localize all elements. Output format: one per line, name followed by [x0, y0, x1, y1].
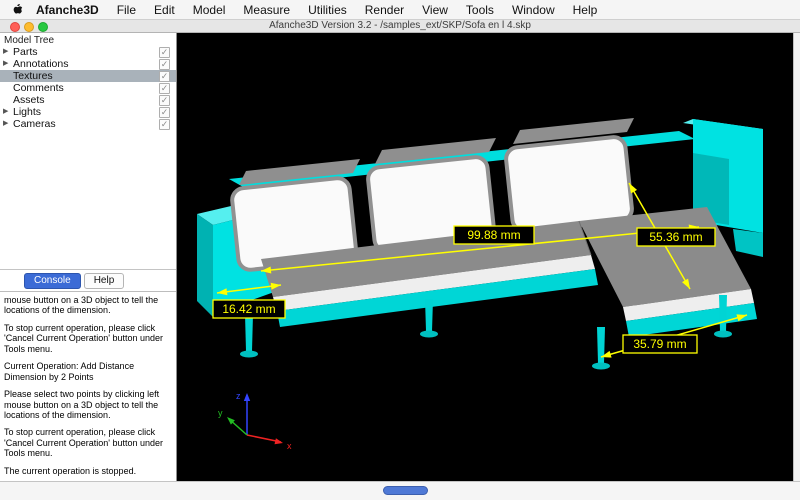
- checkbox-assets[interactable]: ✓: [159, 95, 170, 106]
- title-bar: Afanche3D Version 3.2 - /samples_ext/SKP…: [0, 20, 800, 33]
- menu-item-utilities[interactable]: Utilities: [299, 3, 356, 17]
- minimize-button[interactable]: [24, 22, 34, 32]
- horizontal-scrollbar-thumb[interactable]: [383, 486, 428, 495]
- menu-item-afanche3d[interactable]: Afanche3D: [27, 3, 108, 17]
- dimension-label: 16.42 mm: [222, 302, 275, 316]
- tree-item-textures[interactable]: Textures ✓: [0, 70, 176, 82]
- close-button[interactable]: [10, 22, 20, 32]
- menu-item-view[interactable]: View: [413, 3, 457, 17]
- horizontal-scrollbar[interactable]: [0, 481, 800, 500]
- panel-divider: [0, 269, 176, 270]
- vertical-scrollbar[interactable]: [793, 33, 800, 481]
- tab-console[interactable]: Console: [24, 273, 81, 289]
- dimension-label: 55.36 mm: [649, 230, 702, 244]
- apple-icon[interactable]: [12, 3, 23, 16]
- menu-item-tools[interactable]: Tools: [457, 3, 503, 17]
- console-tab-bar: Console Help: [0, 272, 176, 290]
- axis-triad: z x y: [218, 391, 292, 451]
- menu-item-help[interactable]: Help: [564, 3, 607, 17]
- right-base: [733, 229, 763, 257]
- model-tree: ▶ Parts ✓ ▶ Annotations ✓ Textures ✓ Com…: [0, 46, 176, 130]
- menu-item-file[interactable]: File: [108, 3, 145, 17]
- axis-y-label: y: [218, 408, 223, 418]
- console-message: mouse button on a 3D object to tell the …: [4, 295, 172, 316]
- console-message: Current Operation: Add Distance Dimensio…: [4, 361, 172, 382]
- viewport-3d[interactable]: 99.88 mm 55.36 mm 16.42 mm 35.79 mm z x …: [177, 33, 793, 481]
- tab-help[interactable]: Help: [84, 273, 125, 289]
- dimension-label: 35.79 mm: [633, 337, 686, 351]
- sofa-left-arm-side: [197, 214, 213, 317]
- menu-item-edit[interactable]: Edit: [145, 3, 184, 17]
- dimension-label: 99.88 mm: [467, 228, 520, 242]
- disclosure-icon[interactable]: ▶: [3, 59, 13, 69]
- console-message: To stop current operation, please click …: [4, 427, 172, 458]
- console-message: The current operation is stopped.: [4, 466, 172, 476]
- console-message: To stop current operation, please click …: [4, 323, 172, 354]
- model-tree-header: Model Tree: [0, 33, 176, 46]
- disclosure-icon[interactable]: ▶: [3, 107, 13, 117]
- menu-item-measure[interactable]: Measure: [234, 3, 299, 17]
- axis-z-label: z: [236, 391, 241, 401]
- sofa-render: 99.88 mm 55.36 mm 16.42 mm 35.79 mm z x …: [177, 33, 793, 481]
- window-title: Afanche3D Version 3.2 - /samples_ext/SKP…: [0, 20, 800, 32]
- menu-item-render[interactable]: Render: [356, 3, 413, 17]
- tree-item-lights[interactable]: ▶ Lights ✓: [0, 106, 176, 118]
- tree-item-cameras[interactable]: ▶ Cameras ✓: [0, 118, 176, 130]
- checkbox-lights[interactable]: ✓: [159, 107, 170, 118]
- tree-item-annotations[interactable]: ▶ Annotations ✓: [0, 58, 176, 70]
- checkbox-comments[interactable]: ✓: [159, 83, 170, 94]
- menu-item-model[interactable]: Model: [184, 3, 235, 17]
- tree-item-assets[interactable]: Assets ✓: [0, 94, 176, 106]
- checkbox-cameras[interactable]: ✓: [159, 119, 170, 130]
- console-log: mouse button on a 3D object to tell the …: [0, 291, 176, 481]
- checkbox-parts[interactable]: ✓: [159, 47, 170, 58]
- menu-item-window[interactable]: Window: [503, 3, 564, 17]
- checkbox-textures[interactable]: ✓: [159, 71, 170, 82]
- tree-item-parts[interactable]: ▶ Parts ✓: [0, 46, 176, 58]
- disclosure-icon[interactable]: ▶: [3, 119, 13, 129]
- checkbox-annotations[interactable]: ✓: [159, 59, 170, 70]
- sidebar: Model Tree ▶ Parts ✓ ▶ Annotations ✓ Tex…: [0, 33, 177, 481]
- console-message: Please select two points by clicking lef…: [4, 389, 172, 420]
- disclosure-icon[interactable]: ▶: [3, 47, 13, 57]
- zoom-button[interactable]: [38, 22, 48, 32]
- menu-bar: Afanche3D File Edit Model Measure Utilit…: [0, 0, 800, 20]
- axis-x-label: x: [287, 441, 292, 451]
- tree-item-comments[interactable]: Comments ✓: [0, 82, 176, 94]
